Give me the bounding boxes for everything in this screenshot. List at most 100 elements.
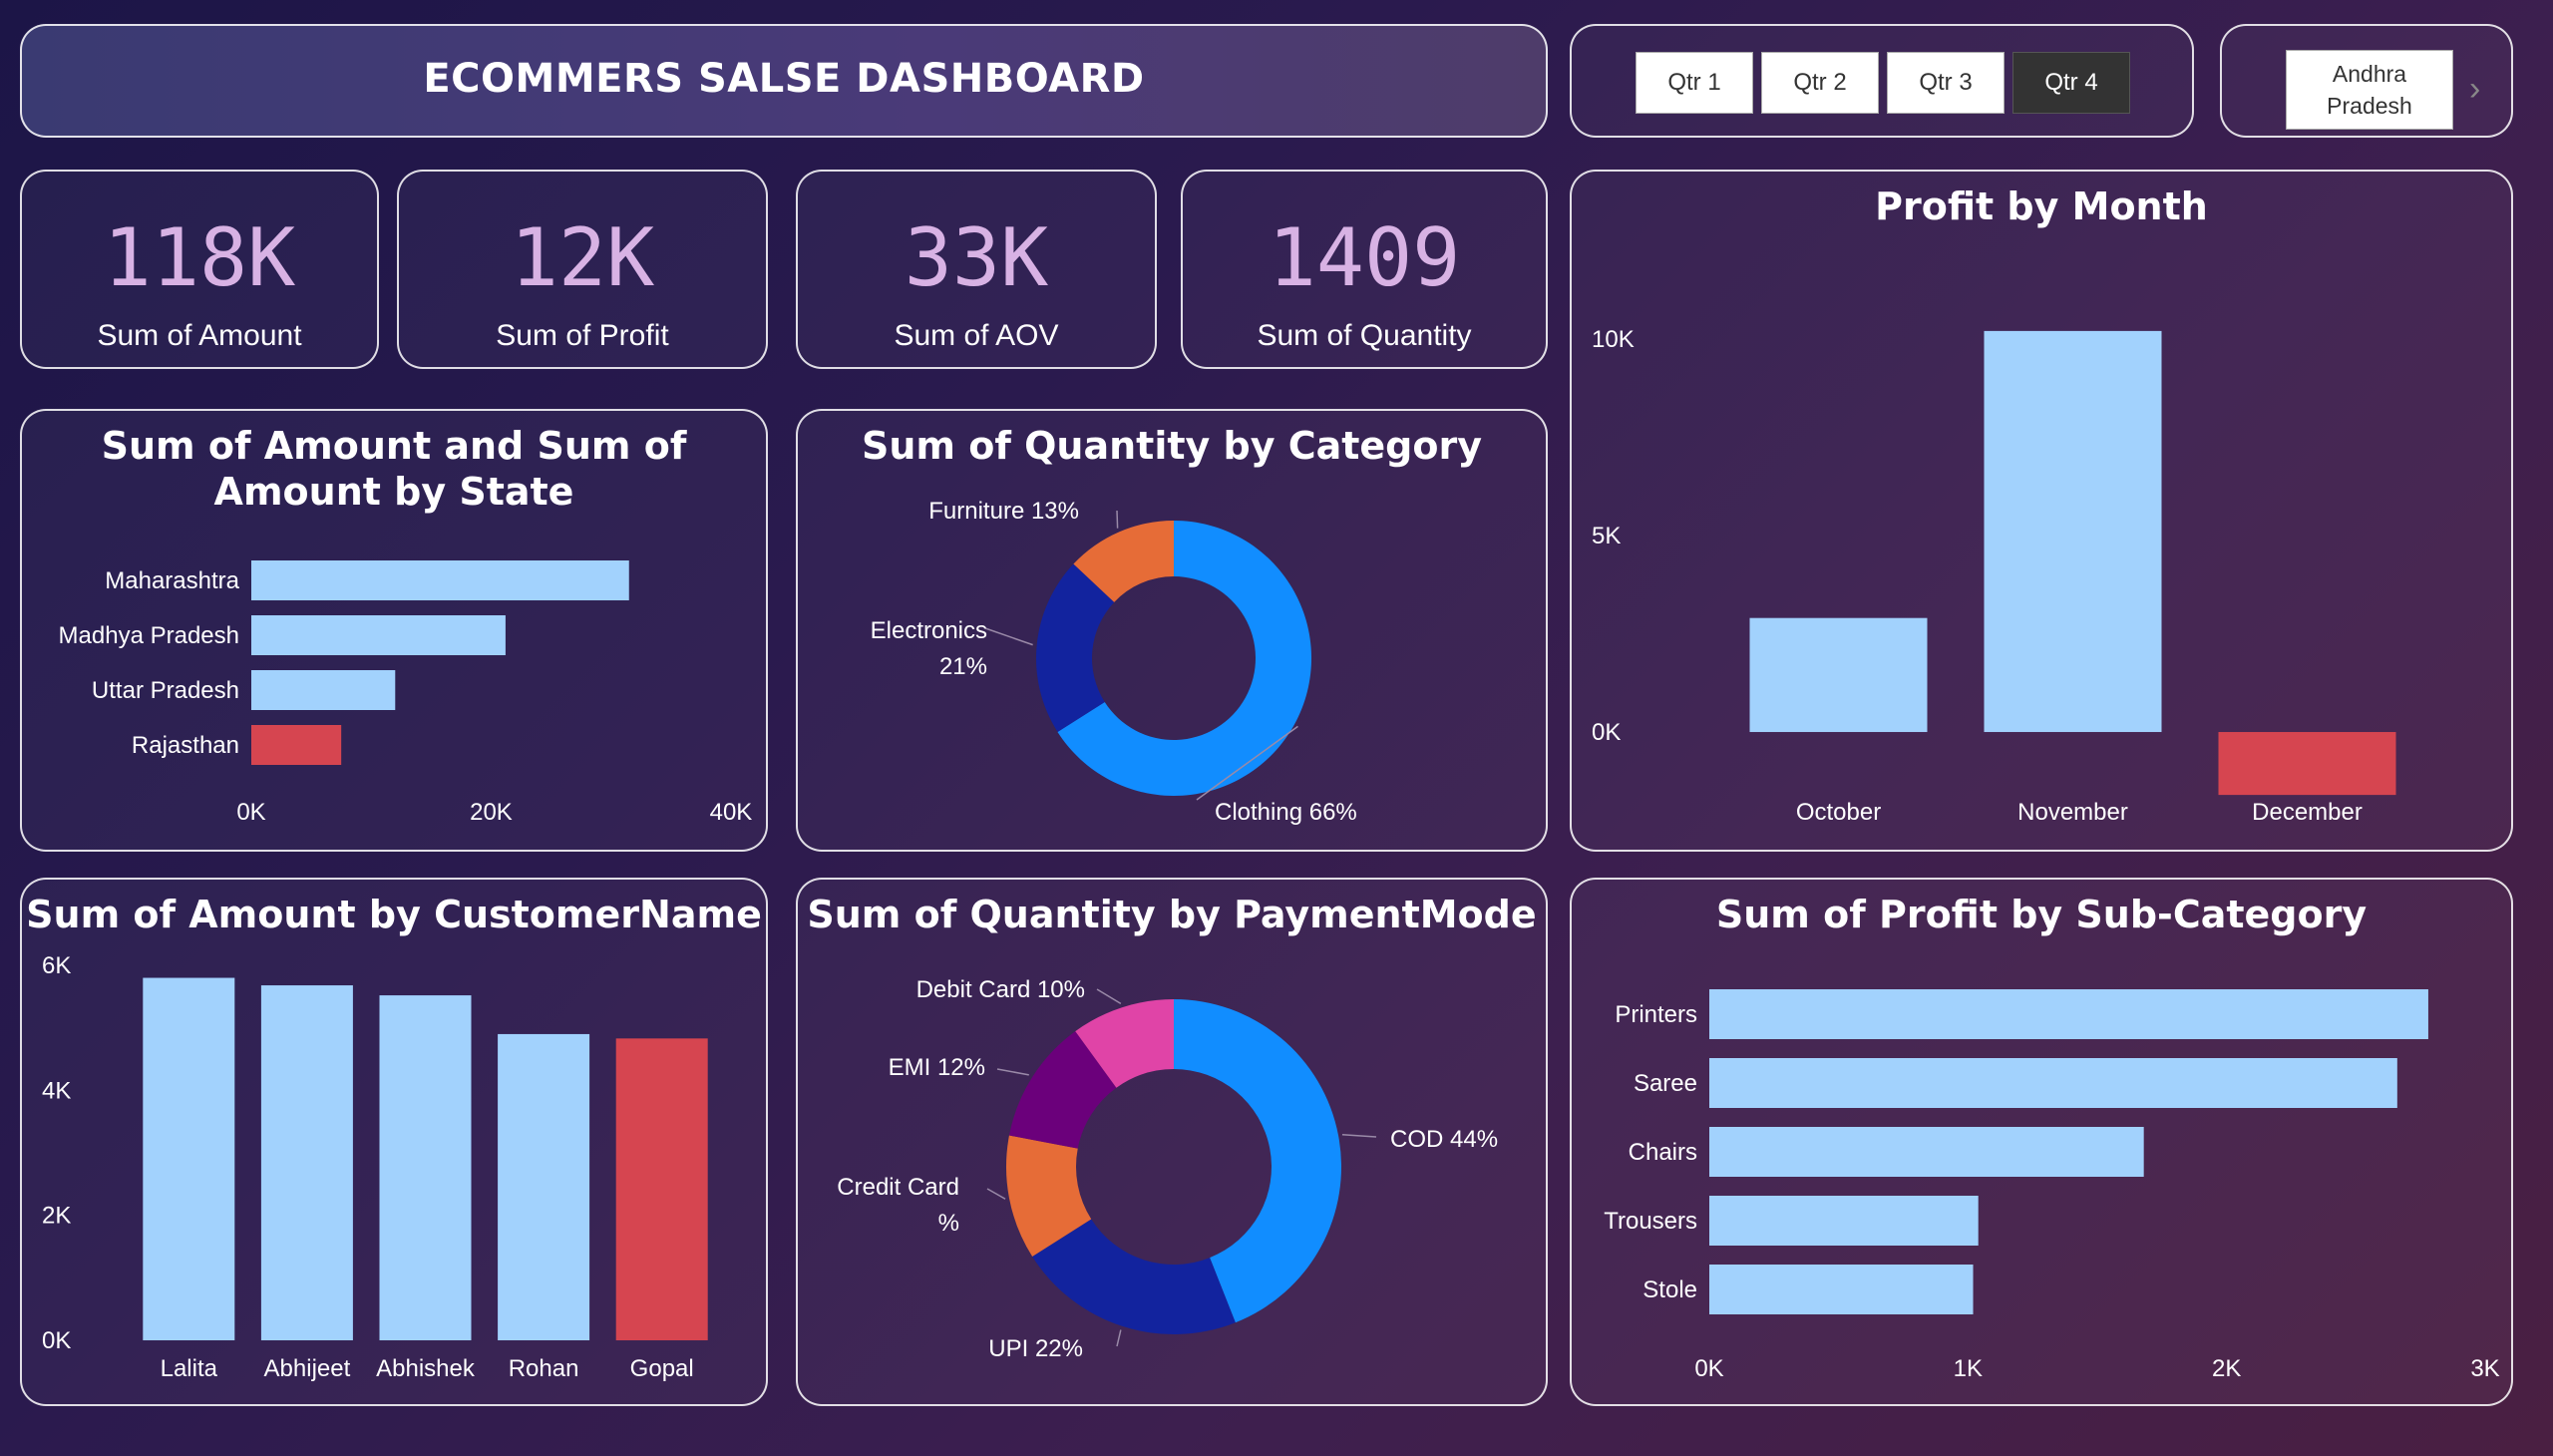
paymentmode-donut-chart: COD 44% UPI 22% Credit Card% EMI 12% Debit C… (837, 976, 1498, 1362)
bar (1984, 330, 2162, 733)
category-label: Saree (1634, 1070, 1697, 1097)
kpi-value: 33K (904, 211, 1049, 304)
category-label: Chairs (1629, 1139, 1697, 1166)
slice-label: UPI 22% (988, 1335, 1083, 1362)
category-donut-chart: Clothing 66% Electronics 21% Furniture 13% (871, 498, 1357, 826)
state-button[interactable]: Andhra Pradesh (2286, 50, 2453, 130)
dashboard-title: ECOMMERS SALSE DASHBOARD (423, 56, 1145, 102)
quarter-slicer: Qtr 1 Qtr 2 Qtr 3 Qtr 4 (1570, 24, 2194, 138)
category-label: Trousers (1604, 1208, 1697, 1235)
kpi-label: Sum of Amount (97, 319, 302, 352)
y-tick-label: 0K (42, 1327, 71, 1354)
y-tick-label: 2K (42, 1203, 71, 1230)
chart-amount-by-state: Sum of Amount and Sum of Amount by State… (20, 409, 768, 852)
slice-label: Clothing 66% (1215, 799, 1357, 826)
category-label: Maharashtra (105, 567, 239, 594)
kpi-value: 12K (510, 211, 655, 304)
chart-amount-by-customer: Sum of Amount by CustomerName Lalita Abhi… (20, 878, 768, 1406)
kpi-label: Sum of Profit (496, 319, 669, 352)
chart-quantity-by-paymentmode: Sum of Quantity by PaymentMode COD 44% UP… (796, 878, 1548, 1406)
leader-line (1116, 510, 1119, 529)
bar (379, 995, 472, 1340)
state-button-label: Andhra Pradesh (2327, 61, 2412, 119)
leader-line (1341, 1134, 1377, 1138)
month-column-chart: October November December 0K 5K 10K (1592, 326, 2396, 826)
y-tick-label: 10K (1592, 326, 1635, 353)
x-tick-label: 0K (236, 799, 265, 826)
slice-label: Credit Card (837, 1174, 959, 1201)
bar (251, 615, 506, 655)
kpi-card-amount: 118K Sum of Amount (20, 170, 379, 369)
slice-label: COD 44% (1390, 1126, 1498, 1153)
kpi-value: 118K (103, 211, 296, 304)
x-tick-label: 0K (1694, 1355, 1723, 1382)
x-tick-label: 1K (1954, 1355, 1983, 1382)
chevron-right-icon[interactable]: › (2469, 70, 2480, 109)
kpi-card-profit: 12K Sum of Profit (397, 170, 768, 369)
category-label: November (2017, 799, 2128, 826)
quarter-button-q2[interactable]: Qtr 2 (1761, 52, 1879, 114)
kpi-label: Sum of Quantity (1257, 319, 1472, 352)
bar (1709, 1196, 1979, 1246)
category-label: Abhijeet (264, 1355, 351, 1382)
quarter-button-q4[interactable]: Qtr 4 (2012, 52, 2130, 114)
bar (1749, 617, 1928, 733)
slice-label: Debit Card 10% (916, 976, 1085, 1003)
bar (143, 977, 235, 1340)
category-label: Madhya Pradesh (59, 622, 239, 649)
bar (251, 560, 629, 600)
bar (251, 670, 396, 710)
leader-line (986, 1188, 1006, 1200)
bar (1709, 1127, 2144, 1177)
slice-label: % (938, 1210, 959, 1237)
x-tick-label: 3K (2470, 1355, 2499, 1382)
slice-label: 21% (939, 653, 987, 680)
bar (251, 725, 342, 765)
chart-profit-by-month: Profit by Month October November December 0… (1570, 170, 2513, 852)
y-tick-label: 4K (42, 1077, 71, 1104)
slice-label: Furniture 13% (928, 498, 1079, 525)
category-label: Abhishek (376, 1355, 476, 1382)
category-label: Uttar Pradesh (92, 677, 239, 704)
state-slicer: Andhra Pradesh › (2220, 24, 2513, 138)
category-label: Lalita (161, 1355, 218, 1382)
kpi-label: Sum of AOV (894, 319, 1059, 352)
bar (1709, 989, 2428, 1039)
leader-line (984, 627, 1033, 646)
x-tick-label: 40K (710, 799, 753, 826)
slice-label: EMI 12% (889, 1054, 985, 1081)
chart-quantity-by-category: Sum of Quantity by Category Clothing 66%… (796, 409, 1548, 852)
category-label: December (2252, 799, 2363, 826)
category-label: Printers (1615, 1001, 1697, 1028)
category-label: Stole (1642, 1276, 1697, 1303)
quarter-button-q3[interactable]: Qtr 3 (1887, 52, 2005, 114)
leader-line (1116, 1329, 1122, 1347)
leader-line (1096, 988, 1122, 1005)
category-label: Rajasthan (132, 732, 239, 759)
slice-label: Electronics (871, 617, 987, 644)
y-tick-label: 5K (1592, 523, 1621, 549)
category-label: Rohan (509, 1355, 579, 1382)
bar (2218, 732, 2396, 796)
y-tick-label: 0K (1592, 719, 1621, 746)
chart-profit-by-subcategory: Sum of Profit by Sub-Category Printers Sa… (1570, 878, 2513, 1406)
x-tick-label: 20K (470, 799, 513, 826)
kpi-card-aov: 33K Sum of AOV (796, 170, 1157, 369)
y-tick-label: 6K (42, 952, 71, 979)
kpi-value: 1409 (1268, 211, 1461, 304)
bar (260, 985, 353, 1340)
state-bar-chart: Maharashtra Madhya Pradesh Uttar Pradesh Ra… (59, 560, 753, 826)
x-tick-label: 2K (2212, 1355, 2241, 1382)
bar (1709, 1058, 2397, 1108)
category-label: October (1796, 799, 1881, 826)
dashboard-title-panel: ECOMMERS SALSE DASHBOARD (20, 24, 1548, 138)
subcategory-bar-chart: Printers Saree Chairs Trousers Stole 0K 1K 2K 3K (1604, 989, 2500, 1382)
leader-line (996, 1068, 1029, 1076)
quarter-button-q1[interactable]: Qtr 1 (1636, 52, 1753, 114)
bar (498, 1033, 590, 1340)
category-label: Gopal (630, 1355, 694, 1382)
bar (1709, 1265, 1974, 1314)
kpi-card-quantity: 1409 Sum of Quantity (1181, 170, 1548, 369)
customer-column-chart: Lalita Abhijeet Abhishek Rohan Gopal 0K 2K 4K 6K (42, 952, 708, 1382)
bar (615, 1038, 708, 1340)
